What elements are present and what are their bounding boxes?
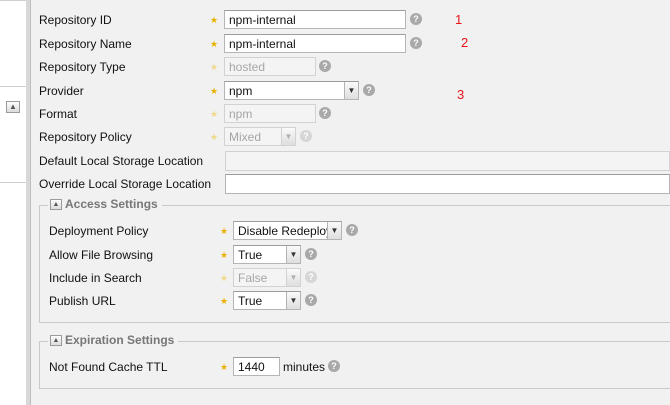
triangle-up-icon: ▲ xyxy=(9,102,17,111)
access-settings-legend[interactable]: ▲ Access Settings xyxy=(48,197,162,211)
allow-file-browsing-select[interactable]: True ▼ xyxy=(233,245,301,264)
not-found-cache-ttl-input[interactable]: 1440 xyxy=(233,357,280,376)
deployment-policy-label: Deployment Policy xyxy=(49,224,149,238)
repository-id-input[interactable]: npm-internal xyxy=(224,10,406,29)
help-icon[interactable]: ? xyxy=(328,360,340,372)
required-star-icon: ★ xyxy=(210,86,219,96)
required-star-icon: ★ xyxy=(220,250,229,260)
chevron-down-icon[interactable]: ▼ xyxy=(286,292,300,309)
divider xyxy=(0,182,26,183)
help-icon[interactable]: ? xyxy=(410,37,422,49)
help-icon[interactable]: ? xyxy=(300,130,312,142)
default-storage-label: Default Local Storage Location xyxy=(39,154,204,168)
required-star-icon: ★ xyxy=(210,15,219,25)
override-storage-input[interactable] xyxy=(225,174,670,194)
repository-type-field: hosted xyxy=(224,57,316,76)
required-star-icon: ★ xyxy=(220,226,229,236)
help-icon[interactable]: ? xyxy=(346,224,358,236)
expiration-settings-legend[interactable]: ▲ Expiration Settings xyxy=(48,333,179,347)
chevron-down-icon[interactable]: ▼ xyxy=(286,246,300,263)
default-storage-field xyxy=(225,151,670,171)
chevron-down-icon[interactable]: ▼ xyxy=(344,82,358,99)
left-panel: ▲ xyxy=(0,0,26,405)
repository-policy-label: Repository Policy xyxy=(39,130,132,144)
help-icon[interactable]: ? xyxy=(305,248,317,260)
override-storage-label: Override Local Storage Location xyxy=(39,177,212,191)
access-settings-fieldset: ▲ Access Settings xyxy=(39,197,670,323)
format-label: Format xyxy=(39,107,78,121)
repository-policy-select: Mixed ▼ xyxy=(224,127,296,146)
provider-label: Provider xyxy=(39,84,84,98)
format-field: npm xyxy=(224,104,316,123)
required-star-icon: ★ xyxy=(210,39,219,49)
required-star-icon: ★ xyxy=(210,62,219,72)
collapse-panel-button[interactable]: ▲ xyxy=(6,101,20,113)
repository-name-input[interactable]: npm-internal xyxy=(224,34,406,53)
annotation-1: 1 xyxy=(455,12,463,27)
help-icon[interactable]: ? xyxy=(363,84,375,96)
required-star-icon: ★ xyxy=(210,132,219,142)
help-icon[interactable]: ? xyxy=(319,60,331,72)
help-icon[interactable]: ? xyxy=(319,107,331,119)
publish-url-select[interactable]: True ▼ xyxy=(233,291,301,310)
triangle-up-icon[interactable]: ▲ xyxy=(50,335,62,347)
allow-file-browsing-label: Allow File Browsing xyxy=(49,248,154,262)
help-icon[interactable]: ? xyxy=(305,294,317,306)
repository-config-form: Repository ID ★ npm-internal ? 1 Reposit… xyxy=(32,0,670,405)
deployment-policy-select[interactable]: Disable Redeploy ▼ xyxy=(233,221,342,240)
repository-type-label: Repository Type xyxy=(39,60,126,74)
publish-url-label: Publish URL xyxy=(49,294,116,308)
chevron-down-icon: ▼ xyxy=(286,269,300,286)
repository-name-label: Repository Name xyxy=(39,37,132,51)
chevron-down-icon[interactable]: ▼ xyxy=(327,222,341,239)
help-icon[interactable]: ? xyxy=(305,271,317,283)
provider-select[interactable]: npm ▼ xyxy=(224,81,359,100)
required-star-icon: ★ xyxy=(220,296,229,306)
not-found-cache-ttl-label: Not Found Cache TTL xyxy=(49,360,168,374)
include-in-search-label: Include in Search xyxy=(49,271,142,285)
required-star-icon: ★ xyxy=(220,362,229,372)
triangle-up-icon[interactable]: ▲ xyxy=(50,199,62,211)
required-star-icon: ★ xyxy=(210,109,219,119)
panel-splitter[interactable] xyxy=(26,0,31,405)
repository-id-label: Repository ID xyxy=(39,13,112,27)
divider xyxy=(0,0,26,1)
annotation-2: 2 xyxy=(461,35,469,50)
required-star-icon: ★ xyxy=(220,273,229,283)
ttl-unit-label: minutes xyxy=(283,360,326,374)
help-icon[interactable]: ? xyxy=(410,13,422,25)
annotation-3: 3 xyxy=(457,87,465,102)
divider xyxy=(0,86,26,87)
chevron-down-icon: ▼ xyxy=(281,128,295,145)
include-in-search-select: False ▼ xyxy=(233,268,301,287)
